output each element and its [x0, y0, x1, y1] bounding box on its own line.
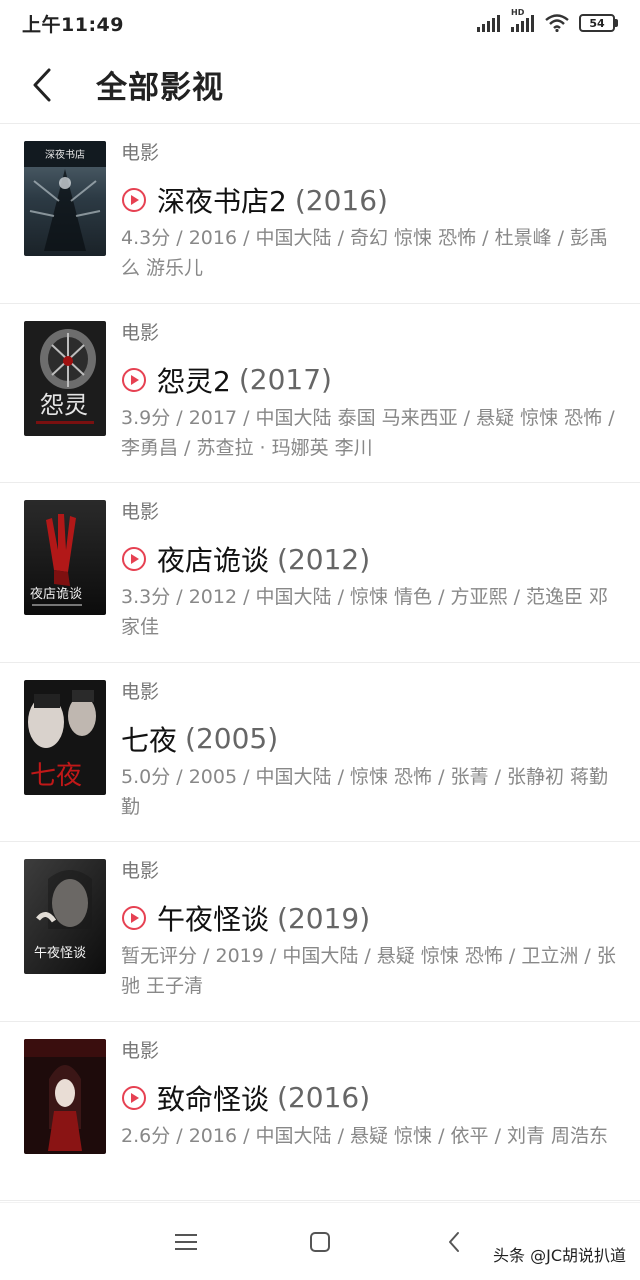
item-category: 电影 — [121, 1039, 160, 1062]
item-category: 电影 — [121, 860, 160, 882]
movie-poster[interactable]: 午夜怪谈 — [24, 859, 106, 974]
item-year: (2005) — [185, 722, 279, 755]
system-nav-bar: 头条 @JC胡说扒道 — [0, 1202, 640, 1280]
item-title: 夜店诡谈 — [157, 544, 270, 577]
list-item[interactable]: 午夜怪谈 电影 午夜怪谈 (2019) 暂无评分 / 2019 / 中国大陆 /… — [0, 842, 640, 1022]
poster-text: 深夜书店 — [45, 148, 85, 161]
item-title: 七夜 — [121, 723, 178, 757]
back-icon — [449, 1231, 459, 1252]
item-year: (2017) — [238, 363, 332, 396]
item-title: 午夜怪谈 — [157, 903, 270, 936]
watermark: 头条 @JC胡说扒道 — [493, 1246, 626, 1265]
item-meta: 2.6分 / 2016 / 中国大陆 / 悬疑 惊悚 / 依平 / 刘青 周浩东 — [121, 1124, 609, 1147]
list-item[interactable]: 怨灵 电影 怨灵2 (2017) 3.9分 / 2017 / 中国大陆 泰国 马… — [0, 304, 640, 483]
menu-icon — [175, 1233, 197, 1250]
chevron-left-icon — [33, 68, 51, 101]
item-year: (2016) — [277, 1081, 371, 1114]
home-button[interactable] — [253, 1203, 387, 1280]
poster-text: 七夜 — [30, 761, 82, 791]
item-title: 深夜书店2 — [157, 185, 287, 218]
list-item[interactable]: 深夜书店 电影 深夜书店2 (2016) 4.3分 / 2016 / 中国大陆 … — [0, 124, 640, 304]
item-year: (2019) — [277, 901, 371, 935]
item-meta: 4.3分 / 2016 / 中国大陆 / 奇幻 惊悚 恐怖 / 杜景峰 / 彭禹… — [121, 227, 609, 279]
item-year: (2012) — [277, 542, 371, 576]
home-icon — [310, 1231, 330, 1252]
hd-signal: HD — [511, 8, 535, 32]
wifi-icon — [545, 14, 569, 32]
status-time: 上午11:49 — [22, 13, 124, 36]
item-category: 电影 — [121, 501, 160, 523]
app-header: 全部影视 — [0, 46, 640, 124]
battery-level: 54 — [579, 14, 615, 32]
item-meta: 暂无评分 / 2019 / 中国大陆 / 悬疑 惊悚 恐怖 / 卫立洲 / 张驰… — [121, 945, 616, 997]
signal-icon — [477, 15, 500, 32]
item-category: 电影 — [121, 321, 160, 344]
item-year: (2016) — [294, 183, 388, 217]
status-bar: 上午11:49 HD 54 — [0, 0, 640, 46]
poster-text: 夜店诡谈 — [30, 587, 82, 602]
battery-icon: 54 — [579, 14, 618, 32]
page-title: 全部影视 — [96, 70, 224, 106]
item-title: 怨灵2 — [157, 364, 231, 398]
poster-text: 午夜怪谈 — [34, 946, 86, 961]
list-item[interactable]: 七夜 电影 七夜 (2005) 5.0分 / 2005 / 中国大陆 / 惊悚 … — [0, 663, 640, 842]
play-circle-icon[interactable] — [121, 546, 147, 572]
item-category: 电影 — [121, 142, 160, 164]
list-item[interactable]: 夜店诡谈 电影 夜店诡谈 (2012) 3.3分 / 2012 / 中国大陆 /… — [0, 483, 640, 663]
movie-poster[interactable]: 夜店诡谈 — [24, 500, 106, 615]
movie-list: 深夜书店 电影 深夜书店2 (2016) 4.3分 / 2016 / 中国大陆 … — [0, 124, 640, 1201]
poster-text: 怨灵 — [40, 391, 88, 419]
movie-poster[interactable]: 七夜 — [24, 679, 106, 795]
play-circle-icon[interactable] — [121, 905, 147, 931]
item-meta: 3.9分 / 2017 / 中国大陆 泰国 马来西亚 / 悬疑 惊悚 恐怖 / … — [121, 406, 615, 459]
movie-poster[interactable] — [24, 1038, 106, 1154]
movie-poster[interactable]: 怨灵 — [24, 320, 106, 436]
play-circle-icon[interactable] — [121, 367, 147, 393]
status-icons: HD 54 — [477, 8, 618, 32]
list-item[interactable]: 电影 致命怪谈 (2016) 2.6分 / 2016 / 中国大陆 / 悬疑 惊… — [0, 1022, 640, 1201]
movie-poster[interactable]: 深夜书店 — [24, 141, 106, 256]
item-title: 致命怪谈 — [157, 1082, 270, 1116]
menu-button[interactable] — [119, 1203, 253, 1280]
item-meta: 5.0分 / 2005 / 中国大陆 / 惊悚 恐怖 / 张菁 / 张静初 蒋勤… — [121, 765, 609, 818]
play-circle-icon[interactable] — [121, 1085, 147, 1111]
back-button[interactable] — [0, 46, 84, 124]
item-meta: 3.3分 / 2012 / 中国大陆 / 惊悚 情色 / 方亚熙 / 范逸臣 邓… — [121, 586, 609, 638]
play-circle-icon[interactable] — [121, 187, 147, 213]
item-category: 电影 — [121, 680, 160, 703]
network-type: HD — [511, 8, 525, 17]
